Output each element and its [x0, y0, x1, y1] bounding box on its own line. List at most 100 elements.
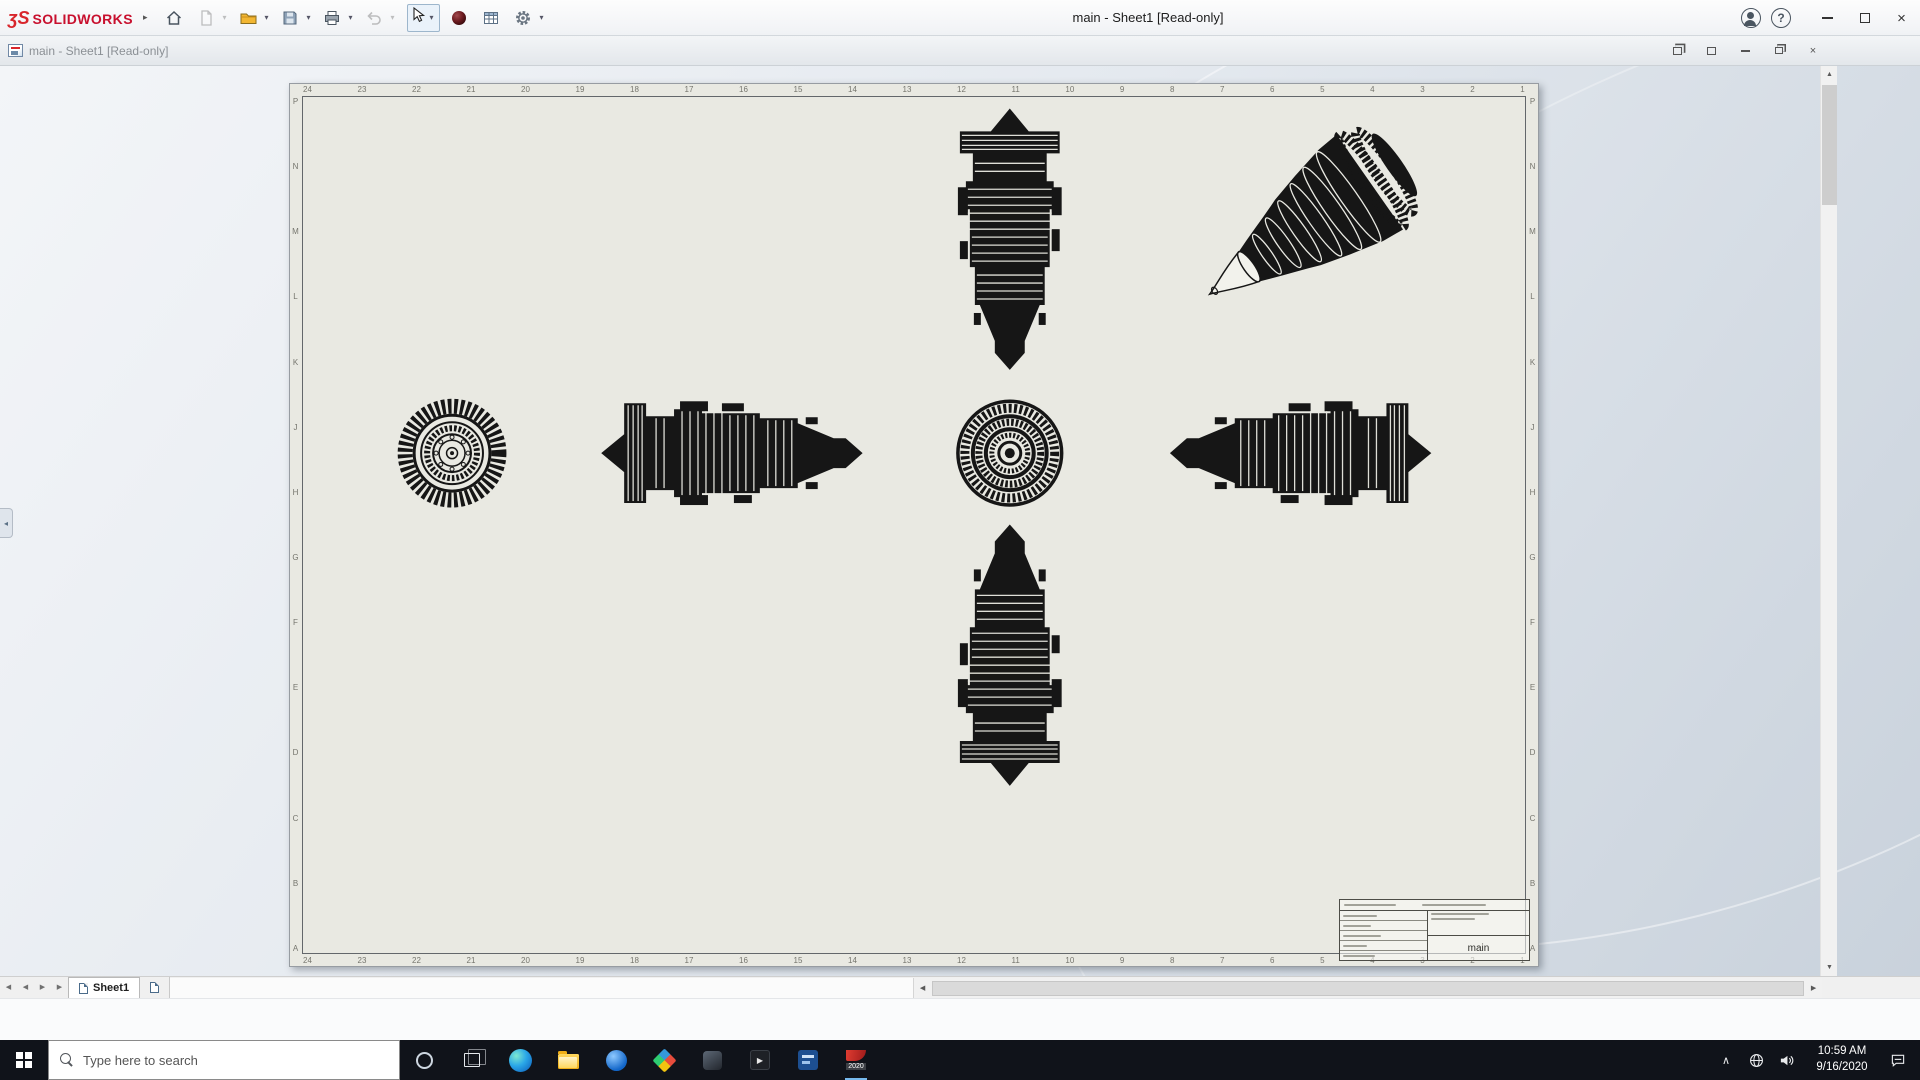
doc-cascade-button[interactable]: [1666, 43, 1688, 59]
doc-restore-button[interactable]: [1768, 43, 1790, 59]
first-sheet-button[interactable]: ◀: [0, 977, 17, 997]
sheet-properties-button[interactable]: [478, 4, 504, 32]
last-sheet-button[interactable]: ▶: [51, 977, 68, 997]
taskbar-app-media[interactable]: ▶: [736, 1040, 784, 1080]
scroll-left-button[interactable]: ◀: [914, 980, 931, 997]
action-center-button[interactable]: [1883, 1040, 1913, 1080]
user-account-icon[interactable]: [1741, 8, 1761, 28]
view-right[interactable]: [1170, 401, 1431, 505]
appearance-sphere-button[interactable]: [446, 4, 472, 32]
title-block-text-line: [1422, 904, 1486, 906]
vertical-scrollbar[interactable]: ▲ ▼: [1820, 66, 1837, 976]
sheet-tab-bar: ◀ ◀ ▶ ▶ Sheet1 ◀ ▶: [0, 976, 1920, 998]
network-button[interactable]: [1741, 1040, 1771, 1080]
open-dropdown-caret-icon[interactable]: ▾: [261, 13, 271, 22]
help-icon[interactable]: ?: [1771, 8, 1791, 28]
home-button[interactable]: [161, 4, 187, 32]
doc-close-button[interactable]: ×: [1802, 43, 1824, 59]
tile-window-icon: [1707, 47, 1716, 55]
solidworks-logo[interactable]: ʒS SOLIDWORKS: [8, 9, 133, 27]
doc-minimize-icon: [1741, 50, 1750, 52]
windows-taskbar: ▶ 2020 ∧ 10:59 AM 9/16/2020: [0, 1040, 1920, 1080]
close-button[interactable]: ×: [1883, 0, 1920, 36]
taskbar-clock[interactable]: 10:59 AM 9/16/2020: [1801, 1040, 1883, 1080]
open-folder-icon: [239, 9, 258, 27]
blue-panel-app-icon: [798, 1050, 818, 1070]
view-bottom[interactable]: [958, 525, 1062, 786]
doc-restore-icon: [1775, 47, 1783, 54]
minimize-icon: [1822, 17, 1833, 19]
taskbar-app-edge[interactable]: [496, 1040, 544, 1080]
save-dropdown-caret-icon[interactable]: ▾: [303, 13, 313, 22]
options-button[interactable]: [510, 4, 536, 32]
brand-name: SOLIDWORKS: [32, 11, 132, 27]
new-document-button[interactable]: [193, 4, 219, 32]
menu-flyout-arrow-icon[interactable]: ▸: [143, 12, 148, 23]
drawing-views: [290, 84, 1538, 966]
undo-icon: [365, 9, 383, 27]
options-dropdown-caret-icon[interactable]: ▾: [536, 13, 546, 22]
system-tray: ∧ 10:59 AM 9/16/2020: [1711, 1040, 1920, 1080]
status-bar: [0, 998, 1920, 1040]
scroll-up-button[interactable]: ▲: [1821, 66, 1838, 83]
save-button[interactable]: [277, 4, 303, 32]
open-button[interactable]: [235, 4, 261, 32]
save-floppy-icon: [281, 9, 299, 27]
undo-dropdown-caret-icon[interactable]: ▾: [387, 13, 397, 22]
taskbar-app-browser[interactable]: [592, 1040, 640, 1080]
select-tool-button[interactable]: ▾: [407, 4, 440, 32]
view-isometric[interactable]: [1176, 113, 1434, 342]
view-front[interactable]: [405, 406, 499, 500]
taskbar-app-cube[interactable]: [688, 1040, 736, 1080]
view-rear[interactable]: [958, 401, 1062, 505]
action-center-icon: [1890, 1053, 1906, 1068]
task-view-button[interactable]: [448, 1040, 496, 1080]
taskbar-app-photos[interactable]: [640, 1040, 688, 1080]
tray-chevron-button[interactable]: ∧: [1711, 1040, 1741, 1080]
graphics-area[interactable]: 242322212019181716151413121110987654321 …: [0, 66, 1920, 976]
cascade-windows-icon: [1673, 47, 1682, 55]
print-dropdown-caret-icon[interactable]: ▾: [345, 13, 355, 22]
title-block-table: [1340, 911, 1428, 960]
app-titlebar: ʒS SOLIDWORKS ▸ ▾: [0, 0, 1920, 36]
cortana-button[interactable]: [400, 1040, 448, 1080]
add-sheet-icon: [150, 982, 159, 993]
title-block-text-line: [1344, 904, 1396, 906]
edge-icon: [509, 1049, 532, 1072]
sphere-icon: [450, 9, 468, 27]
start-button[interactable]: [0, 1040, 48, 1080]
select-dropdown-caret-icon[interactable]: ▾: [426, 13, 436, 22]
drawing-sheet[interactable]: 242322212019181716151413121110987654321 …: [289, 83, 1539, 967]
task-view-icon: [464, 1053, 480, 1067]
maximize-button[interactable]: [1846, 0, 1883, 36]
taskbar-search[interactable]: [48, 1040, 400, 1080]
search-input[interactable]: [83, 1053, 388, 1068]
volume-button[interactable]: [1771, 1040, 1801, 1080]
view-top[interactable]: [958, 108, 1062, 369]
doc-tile-button[interactable]: [1700, 43, 1722, 59]
taskbar-app-panel[interactable]: [784, 1040, 832, 1080]
network-globe-icon: [1749, 1053, 1764, 1068]
add-sheet-button[interactable]: [140, 977, 170, 998]
photos-icon: [652, 1048, 676, 1072]
horizontal-scrollbar[interactable]: ◀ ▶: [914, 978, 1822, 998]
taskbar-app-solidworks[interactable]: 2020: [832, 1040, 880, 1080]
previous-sheet-button[interactable]: ◀: [17, 977, 34, 997]
new-dropdown-caret-icon[interactable]: ▾: [219, 13, 229, 22]
title-block-notes: [1428, 911, 1529, 936]
title-block[interactable]: main: [1339, 899, 1530, 961]
horizontal-scroll-thumb[interactable]: [932, 981, 1804, 996]
print-button[interactable]: [319, 4, 345, 32]
vertical-scroll-thumb[interactable]: [1822, 85, 1837, 205]
next-sheet-button[interactable]: ▶: [34, 977, 51, 997]
gear-icon: [514, 9, 532, 27]
tab-sheet1[interactable]: Sheet1: [68, 977, 140, 998]
view-left[interactable]: [601, 401, 862, 505]
scroll-down-button[interactable]: ▼: [1821, 959, 1838, 976]
minimize-button[interactable]: [1809, 0, 1846, 36]
undo-button[interactable]: [361, 4, 387, 32]
doc-minimize-button[interactable]: [1734, 43, 1756, 59]
scroll-right-button[interactable]: ▶: [1805, 980, 1822, 997]
featuremanager-collapsed-tab[interactable]: ◂: [0, 508, 13, 538]
taskbar-app-file-explorer[interactable]: [544, 1040, 592, 1080]
